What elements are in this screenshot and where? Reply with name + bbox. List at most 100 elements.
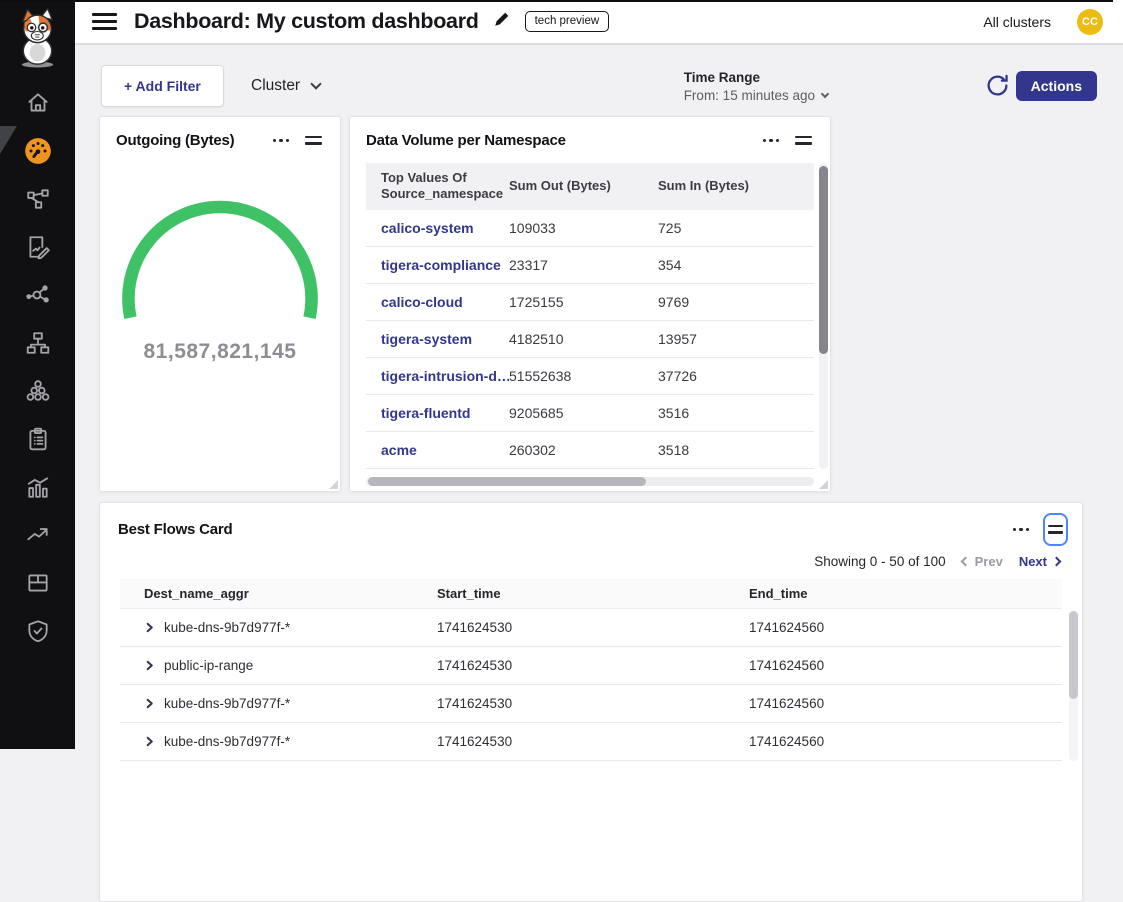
topbar-right: All clusters CC: [983, 9, 1103, 35]
window-top-edge: [0, 0, 1113, 2]
namespace-link[interactable]: tigera-intrusion-d…: [381, 368, 509, 384]
gauge-chart: [100, 188, 340, 338]
sidebar: [0, 0, 75, 749]
honeycomb-icon: [25, 378, 51, 409]
refresh-icon: [985, 73, 1010, 103]
card-menu-button[interactable]: [273, 135, 290, 147]
card-drag-handle-focused[interactable]: [1043, 513, 1068, 546]
filter-bar: + Add Filter Cluster Time Range From: 15…: [75, 45, 1123, 115]
sidebar-item-policies[interactable]: [24, 236, 51, 263]
actions-button[interactable]: Actions: [1016, 71, 1097, 101]
next-page-button[interactable]: Next: [1019, 554, 1060, 569]
table-row: kube-dns-9b7d977f-* 1741624530 174162456…: [120, 685, 1062, 723]
namespace-link[interactable]: tigera-compliance: [381, 257, 509, 273]
refresh-button[interactable]: [985, 73, 1010, 103]
table-row: calico-system 109033 725: [366, 210, 814, 247]
vertical-scrollbar[interactable]: [1069, 611, 1078, 761]
document-edit-icon: [25, 234, 51, 265]
namespace-link[interactable]: acme: [381, 442, 509, 458]
gauge-value: 81,587,821,145: [100, 340, 340, 364]
expand-row-button[interactable]: [144, 698, 155, 709]
box-icon: [25, 570, 51, 601]
page-title: Dashboard: My custom dashboard: [134, 9, 479, 34]
clipboard-icon: [25, 426, 51, 457]
sidebar-item-service-graph[interactable]: [24, 188, 51, 215]
horizontal-scrollbar[interactable]: [366, 477, 814, 486]
best-flows-card: Best Flows Card Showing 0 - 50 of 100 Pr…: [99, 502, 1083, 902]
sidebar-item-home[interactable]: [24, 92, 51, 119]
time-range-from: From: 15 minutes ago: [684, 88, 828, 103]
scrollbar-thumb[interactable]: [1069, 611, 1078, 699]
user-avatar[interactable]: CC: [1077, 9, 1103, 35]
sidebar-item-activity[interactable]: [24, 476, 51, 503]
table-row: kube-dns-9b7d977f-* 1741624530 174162456…: [120, 723, 1062, 761]
sidebar-item-dashboard[interactable]: [24, 140, 51, 167]
chevron-right-icon: [1052, 556, 1062, 566]
namespace-link[interactable]: calico-system: [381, 220, 509, 236]
expand-row-button[interactable]: [144, 622, 155, 633]
sidebar-item-inventory[interactable]: [24, 572, 51, 599]
sidebar-item-threat-defense[interactable]: [24, 620, 51, 647]
chart-trend-icon: [25, 474, 51, 505]
sidebar-nav: [0, 92, 75, 647]
card-menu-button[interactable]: [1013, 524, 1030, 536]
cluster-dropdown[interactable]: Cluster: [235, 65, 336, 107]
card-title: Outgoing (Bytes): [116, 132, 234, 149]
trending-up-icon: [25, 522, 51, 553]
table-row: public-ip-range 1741624530 1741624560: [120, 647, 1062, 685]
edit-dashboard-button[interactable]: [493, 10, 511, 33]
table-header: Top Values Of Source_namespace Sum Out (…: [366, 163, 814, 210]
column-header: Dest_name_aggr: [144, 586, 249, 601]
showing-count: Showing 0 - 50 of 100: [814, 554, 945, 569]
menu-toggle-button[interactable]: [92, 13, 117, 30]
cluster-dropdown-label: Cluster: [251, 77, 300, 95]
table-row: acme 260302 3518: [366, 432, 814, 469]
sidebar-item-endpoints[interactable]: [24, 332, 51, 359]
calico-cat-logo[interactable]: [10, 6, 65, 70]
home-icon: [25, 90, 51, 121]
card-drag-handle[interactable]: [303, 131, 324, 150]
all-clusters-selector[interactable]: All clusters: [983, 14, 1051, 30]
column-header: Start_time: [413, 586, 725, 601]
table-row: kube-dns-9b7d977f-* 1741624530 174162456…: [120, 609, 1062, 647]
card-title: Best Flows Card: [118, 521, 233, 538]
scrollbar-thumb[interactable]: [819, 166, 828, 354]
table-row: calico-cloud 1725155 9769: [366, 284, 814, 321]
column-header: End_time: [725, 586, 1062, 601]
prev-page-button[interactable]: Prev: [962, 554, 1003, 569]
add-filter-button[interactable]: + Add Filter: [101, 65, 224, 107]
gauge-icon: [24, 137, 52, 170]
card-menu-button[interactable]: [763, 135, 780, 147]
namespace-link[interactable]: tigera-fluentd: [381, 405, 509, 421]
sidebar-item-clusters[interactable]: [24, 380, 51, 407]
column-header: Sum Out (Bytes): [509, 178, 658, 194]
resize-handle[interactable]: [329, 480, 338, 489]
namespace-link[interactable]: tigera-system: [381, 331, 509, 347]
pagination: Showing 0 - 50 of 100 Prev Next: [100, 546, 1082, 579]
card-title: Data Volume per Namespace: [366, 132, 566, 149]
expand-row-button[interactable]: [144, 736, 155, 747]
sidebar-item-compliance[interactable]: [24, 428, 51, 455]
table-row: tigera-fluentd 9205685 3516: [366, 395, 814, 432]
sidebar-item-trends[interactable]: [24, 524, 51, 551]
table-header: Dest_name_aggr Start_time End_time: [120, 579, 1062, 609]
card-drag-handle[interactable]: [793, 131, 814, 150]
table-row: tigera-intrusion-d… 51552638 37726: [366, 358, 814, 395]
sidebar-item-nodes[interactable]: [24, 284, 51, 311]
scrollbar-thumb[interactable]: [368, 477, 646, 486]
tech-preview-badge: tech preview: [525, 11, 610, 32]
vertical-scrollbar[interactable]: [819, 163, 828, 469]
time-range-control[interactable]: Time Range From: 15 minutes ago: [684, 70, 828, 103]
data-volume-card: Data Volume per Namespace Top Values Of …: [349, 116, 831, 492]
pencil-icon: [493, 10, 511, 33]
data-volume-table: Top Values Of Source_namespace Sum Out (…: [366, 163, 814, 469]
time-range-label: Time Range: [684, 70, 828, 85]
molecule-icon: [25, 282, 51, 313]
namespace-link[interactable]: calico-cloud: [381, 294, 509, 310]
outgoing-bytes-card: Outgoing (Bytes) 81,587,821,145: [99, 116, 341, 492]
shield-check-icon: [25, 618, 51, 649]
resize-handle[interactable]: [819, 480, 828, 489]
table-row: tigera-system 4182510 13957: [366, 321, 814, 358]
topbar: Dashboard: My custom dashboard tech prev…: [75, 0, 1123, 45]
expand-row-button[interactable]: [144, 660, 155, 671]
